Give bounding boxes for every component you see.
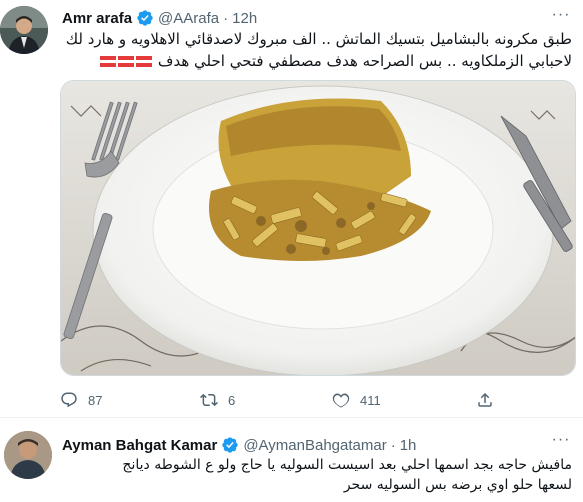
- verified-badge-icon: [137, 10, 153, 26]
- avatar[interactable]: [4, 431, 52, 479]
- reply-icon: [61, 392, 77, 408]
- timestamp[interactable]: 12h: [232, 10, 257, 27]
- like-count: 411: [360, 392, 381, 408]
- heart-icon: [332, 393, 350, 408]
- author-name[interactable]: Amr arafa: [62, 10, 132, 27]
- tweet-text: طبق مكرونه بالبشاميل بتسيك الماتش .. الف…: [62, 28, 572, 72]
- tweet-text: مافيش حاجه بجد اسمها احلي بعد اسيست السو…: [62, 455, 572, 495]
- timestamp[interactable]: 1h: [400, 437, 417, 454]
- reply-button[interactable]: 87: [60, 388, 102, 412]
- share-button[interactable]: [476, 388, 504, 412]
- flag-icon: [136, 56, 153, 67]
- avatar[interactable]: [0, 6, 48, 54]
- share-icon: [478, 392, 492, 407]
- flag-icon: [118, 56, 135, 67]
- author-name[interactable]: Ayman Bahgat Kamar: [62, 437, 217, 454]
- more-options-icon[interactable]: ···: [551, 432, 571, 453]
- separator-dot: ·: [390, 436, 396, 454]
- more-options-icon[interactable]: ···: [551, 7, 571, 28]
- avatar-photo: [4, 431, 52, 479]
- flag-icon: [100, 56, 117, 67]
- tweet-1[interactable]: Amr arafa @AArafa · 12h ··· طبق مكرونه ب…: [0, 0, 583, 418]
- tweet-header: Amr arafa @AArafa · 12h: [62, 8, 257, 28]
- tweet-2[interactable]: Ayman Bahgat Kamar @AymanBahgatamar · 1h…: [0, 419, 583, 502]
- avatar-photo: [0, 6, 48, 54]
- tweet-text-span: لاحبابي الزملكاويه .. بس الصراحه هدف مصط…: [157, 52, 572, 70]
- reply-count: 87: [88, 392, 103, 408]
- tweet-text-line: لسعها حلو اوي برضه بس السوليه سحر: [343, 477, 572, 493]
- tweet-text-line: طبق مكرونه بالبشاميل بتسيك الماتش .. الف…: [65, 30, 572, 48]
- tweet-actions: 87 6 411: [60, 388, 510, 412]
- like-button[interactable]: 411: [332, 388, 381, 412]
- author-handle[interactable]: @AymanBahgatamar: [243, 437, 386, 454]
- tweet-photo[interactable]: [60, 80, 576, 376]
- retweet-button[interactable]: 6: [200, 388, 235, 412]
- tweet-text-line: مافيش حاجه بجد اسمها احلي بعد اسيست السو…: [122, 457, 572, 473]
- separator-dot: ·: [223, 9, 229, 27]
- retweet-count: 6: [228, 392, 236, 408]
- food-photo: [61, 81, 575, 375]
- tweet-text-line: لاحبابي الزملكاويه .. بس الصراحه هدف مصط…: [62, 50, 572, 72]
- tweet-header: Ayman Bahgat Kamar @AymanBahgatamar · 1h: [62, 435, 416, 455]
- author-handle[interactable]: @AArafa: [158, 10, 219, 27]
- retweet-icon: [200, 393, 218, 407]
- verified-badge-icon: [222, 437, 239, 453]
- flags-emoji-group: [99, 52, 153, 70]
